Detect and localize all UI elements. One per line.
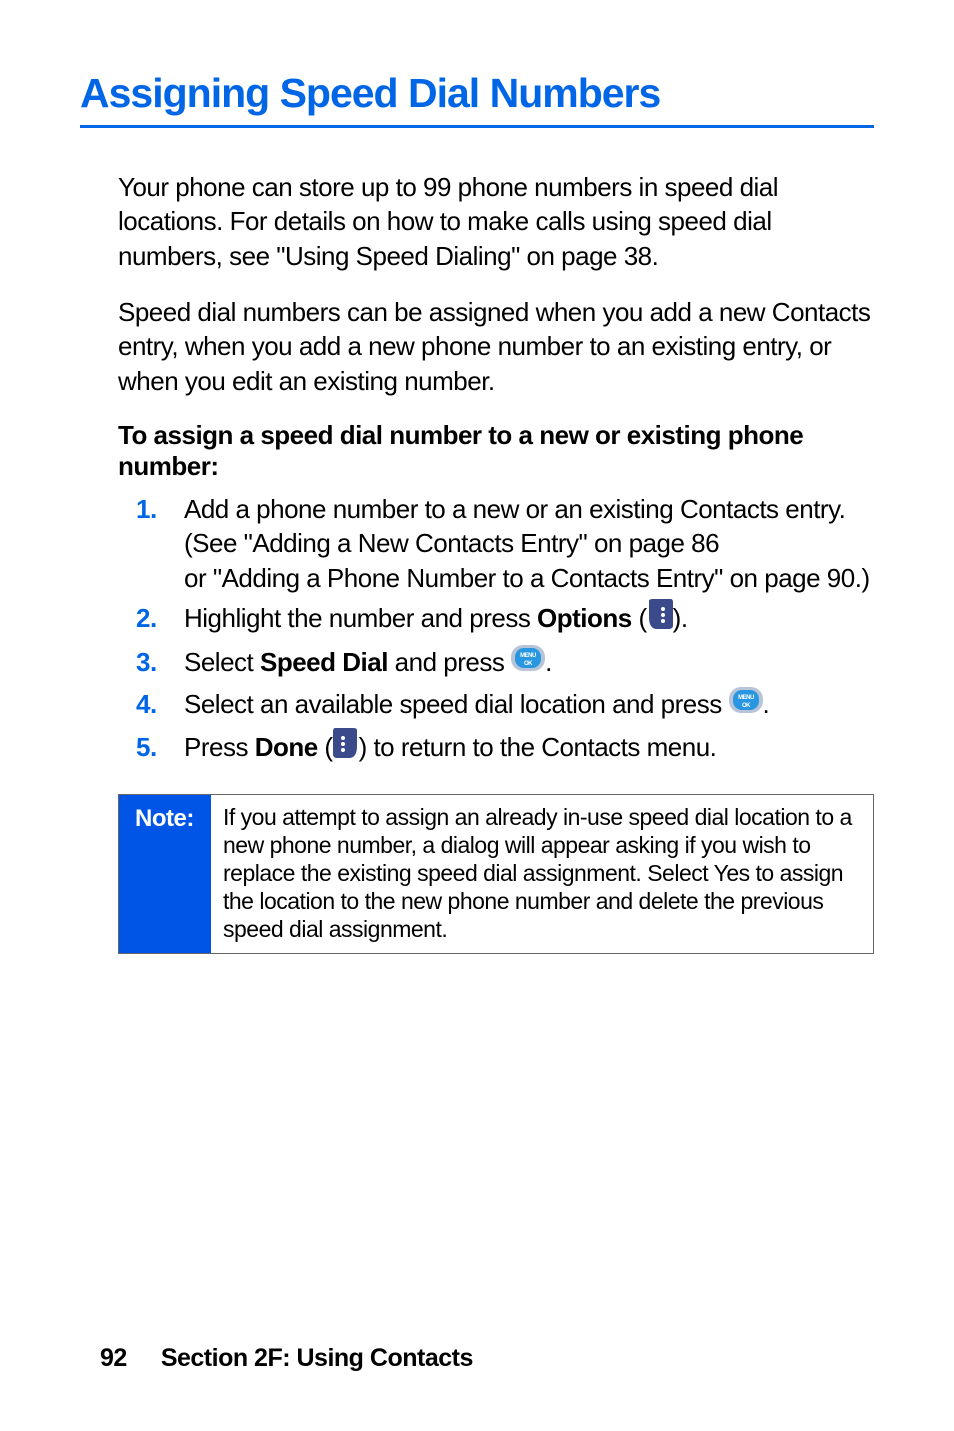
footer-section: Section 2F: Using Contacts <box>161 1344 473 1372</box>
softkey-left-icon <box>333 728 359 766</box>
step-text: Press <box>184 732 255 762</box>
step-5: Press Done ( ) to return to the Contacts … <box>118 730 874 768</box>
options-label: Options <box>537 603 632 633</box>
procedure-heading: To assign a speed dial number to a new o… <box>118 420 874 482</box>
step-2: Highlight the number and press Options (… <box>118 601 874 639</box>
step-text: and press <box>388 647 511 677</box>
step-text: Highlight the number and press <box>184 603 537 633</box>
step-4: Select an available speed dial location … <box>118 687 874 723</box>
steps-list: Add a phone number to a new or an existi… <box>118 492 874 768</box>
step-text: Select an available speed dial location … <box>184 689 729 719</box>
step-text: ) to return to the Contacts menu. <box>359 732 717 762</box>
step-text: ). <box>673 603 688 633</box>
intro-para-2: Speed dial numbers can be assigned when … <box>118 295 874 398</box>
page-title: Assigning Speed Dial Numbers <box>80 70 874 117</box>
step-text: . <box>763 689 770 719</box>
speed-dial-label: Speed Dial <box>260 647 388 677</box>
step-text: ( <box>318 732 333 762</box>
page-footer: 92 Section 2F: Using Contacts <box>100 1344 473 1373</box>
note-box: Note: If you attempt to assign an alread… <box>118 794 874 954</box>
page-number: 92 <box>100 1344 127 1372</box>
svg-text:OK: OK <box>742 703 751 709</box>
softkey-right-icon <box>647 599 673 637</box>
menu-ok-icon: MENU OK <box>511 645 545 679</box>
step-text: Add a phone number to a new or an existi… <box>184 494 845 558</box>
step-text: . <box>545 647 552 677</box>
done-label: Done <box>255 732 318 762</box>
step-1: Add a phone number to a new or an existi… <box>118 492 874 595</box>
menu-ok-icon: MENU OK <box>729 687 763 721</box>
note-text: If you attempt to assign an already in-u… <box>211 795 873 953</box>
body-content: Your phone can store up to 99 phone numb… <box>80 170 874 954</box>
intro-para-1: Your phone can store up to 99 phone numb… <box>118 170 874 273</box>
svg-text:MENU: MENU <box>520 653 536 659</box>
svg-text:OK: OK <box>524 661 533 667</box>
note-label: Note: <box>119 795 211 953</box>
svg-text:MENU: MENU <box>738 695 754 701</box>
title-rule <box>80 125 874 128</box>
step-text: Select <box>184 647 260 677</box>
step-text: or "Adding a Phone Number to a Contacts … <box>184 563 870 593</box>
step-3: Select Speed Dial and press MENU OK. <box>118 645 874 681</box>
step-text: ( <box>632 603 647 633</box>
